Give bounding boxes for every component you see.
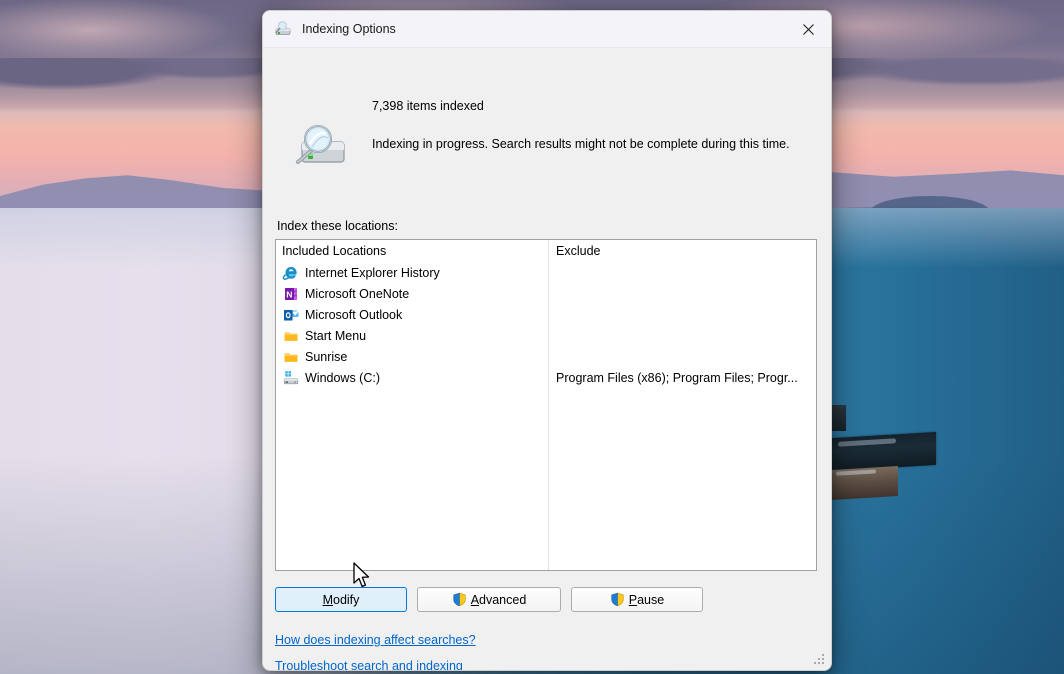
dialog-title: Indexing Options xyxy=(302,22,396,36)
location-cell: N Microsoft OneNote xyxy=(276,286,548,302)
indexing-status-message: Indexing in progress. Search results mig… xyxy=(372,137,790,151)
close-button[interactable]: Close xyxy=(691,670,817,671)
pause-label-rest: ause xyxy=(637,592,665,607)
uac-shield-icon xyxy=(611,592,624,607)
folder-icon xyxy=(284,331,298,341)
action-button-row: Modify Advanced Pause xyxy=(275,587,703,612)
status-area: 7,398 items indexed Indexing in progress… xyxy=(277,48,817,164)
wallpaper-dock-lower-plank xyxy=(832,465,898,501)
wallpaper-dock-upper-plank xyxy=(832,431,936,472)
close-x-glyph xyxy=(802,23,814,35)
desktop: Indexing Options 7,398 items indexed Ind… xyxy=(0,0,1064,674)
dialog-body: 7,398 items indexed Indexing in progress… xyxy=(263,48,831,670)
table-row[interactable]: Microsoft Outlook xyxy=(276,304,816,325)
column-divider xyxy=(548,240,549,570)
advanced-button[interactable]: Advanced xyxy=(417,587,561,612)
table-row[interactable]: Internet Explorer History xyxy=(276,262,816,283)
modify-accel: M xyxy=(322,592,333,607)
indexing-options-icon xyxy=(275,21,291,35)
uac-shield-icon xyxy=(453,592,466,607)
list-header-row: Included Locations Exclude xyxy=(276,240,816,262)
modify-button[interactable]: Modify xyxy=(275,587,407,612)
table-row[interactable]: N Microsoft OneNote xyxy=(276,283,816,304)
location-cell: Internet Explorer History xyxy=(276,265,548,281)
location-name: Microsoft OneNote xyxy=(305,286,410,301)
outlook-icon xyxy=(284,309,300,320)
wallpaper-dock-post xyxy=(830,405,846,431)
location-name: Microsoft Outlook xyxy=(305,307,403,322)
location-name: Sunrise xyxy=(305,349,348,364)
table-row[interactable]: Sunrise xyxy=(276,346,816,367)
onenote-icon: N xyxy=(285,287,297,300)
windows-drive-icon xyxy=(283,370,299,384)
index-locations-label: Index these locations: xyxy=(277,219,398,233)
table-row[interactable]: Windows (C:) Program Files (x86); Progra… xyxy=(276,367,816,388)
how-does-indexing-link[interactable]: How does indexing affect searches? xyxy=(275,633,476,647)
location-cell: Windows (C:) xyxy=(276,370,548,386)
location-name: Internet Explorer History xyxy=(305,265,440,280)
advanced-accel: A xyxy=(470,592,480,607)
location-cell: Sunrise xyxy=(276,349,548,365)
pause-accel: P xyxy=(628,592,638,607)
items-indexed-text: 7,398 items indexed xyxy=(372,99,484,113)
location-name: Start Menu xyxy=(305,328,367,343)
column-header-exclude: Exclude xyxy=(556,244,601,258)
exclude-cell: Program Files (x86); Program Files; Prog… xyxy=(556,370,798,385)
dialog-titlebar: Indexing Options xyxy=(263,11,831,48)
hard-drive-search-icon xyxy=(296,125,345,164)
pause-button[interactable]: Pause xyxy=(571,587,703,612)
advanced-label-rest: dvanced xyxy=(479,592,527,607)
resize-grip[interactable] xyxy=(814,654,827,667)
location-cell: Microsoft Outlook xyxy=(276,307,548,323)
table-row[interactable]: Start Menu xyxy=(276,325,816,346)
close-icon[interactable] xyxy=(785,11,831,47)
folder-icon xyxy=(284,352,298,362)
svg-text:N: N xyxy=(286,289,292,299)
location-name: Windows (C:) xyxy=(305,370,381,385)
indexed-locations-list[interactable]: Included Locations Exclude Internet Expl… xyxy=(275,239,817,571)
troubleshoot-link[interactable]: Troubleshoot search and indexing xyxy=(275,659,463,670)
internet-explorer-icon xyxy=(282,266,297,280)
column-header-included: Included Locations xyxy=(282,244,387,258)
indexing-options-dialog: Indexing Options 7,398 items indexed Ind… xyxy=(262,10,832,671)
location-cell: Start Menu xyxy=(276,328,548,344)
modify-label-rest: odify xyxy=(333,592,360,607)
